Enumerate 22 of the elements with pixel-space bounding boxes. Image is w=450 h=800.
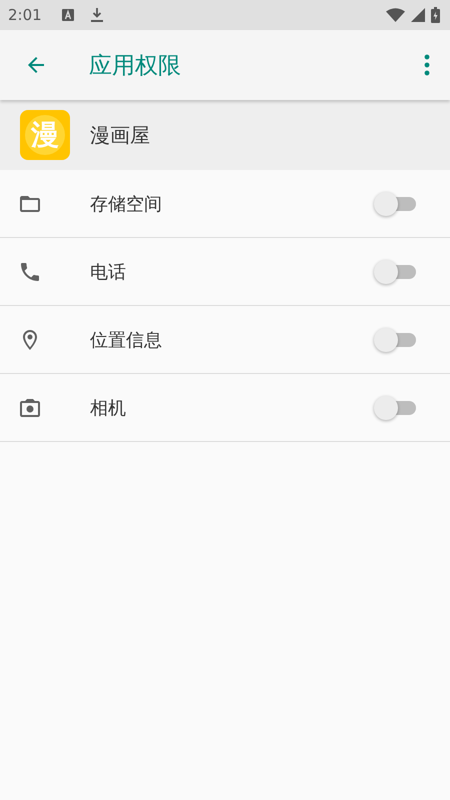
permission-row[interactable]: 相机 (0, 374, 450, 442)
permission-label: 存储空间 (90, 192, 163, 216)
toggle-switch[interactable] (374, 328, 418, 352)
permission-row[interactable]: 电话 (0, 238, 450, 306)
toggle-switch[interactable] (374, 192, 418, 216)
battery-icon (431, 7, 440, 23)
permission-row[interactable]: 位置信息 (0, 306, 450, 374)
toggle-switch[interactable] (374, 396, 418, 420)
permission-label: 电话 (90, 260, 127, 284)
page-title: 应用权限 (89, 52, 182, 80)
permission-row[interactable]: 存储空间 (0, 170, 450, 238)
download-icon (90, 8, 103, 22)
toggle-switch[interactable] (374, 260, 418, 284)
permission-label: 相机 (90, 396, 127, 420)
app-name: 漫画屋 (90, 122, 150, 148)
notification-icon (62, 9, 74, 21)
more-vert-icon (424, 54, 430, 76)
wifi-icon (386, 8, 405, 22)
permission-label: 位置信息 (90, 328, 163, 352)
signal-icon (411, 8, 425, 22)
status-time: 2:01 (8, 6, 42, 24)
app-icon: 漫 (20, 110, 70, 160)
